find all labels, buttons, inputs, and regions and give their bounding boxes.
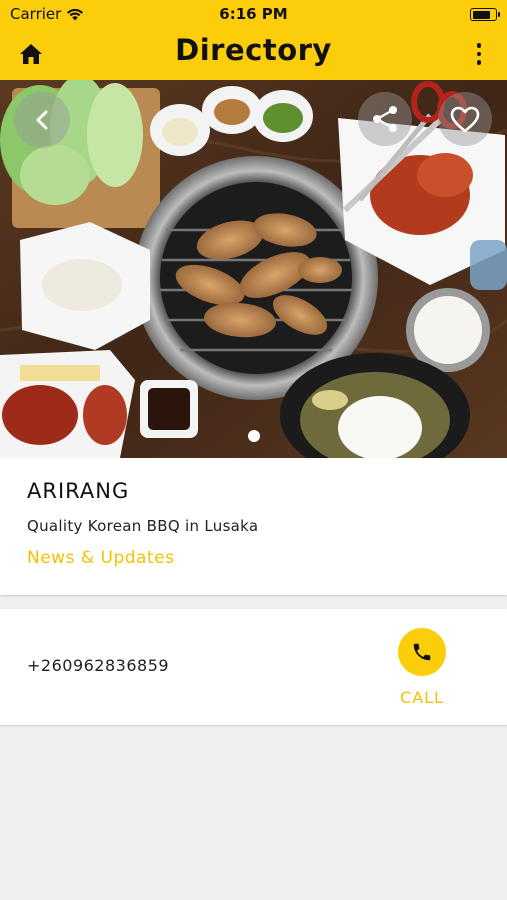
share-icon <box>373 106 397 132</box>
chevron-left-icon <box>36 110 48 130</box>
top-bar: Carrier 6:16 PM Directory <box>0 0 507 80</box>
battery-icon <box>470 8 500 21</box>
more-vertical-icon-dot <box>476 60 482 65</box>
listing-tagline: Quality Korean BBQ in Lusaka <box>27 517 259 535</box>
status-time: 6:16 PM <box>219 5 288 23</box>
listing-info-card: ARIRANG Quality Korean BBQ in Lusaka New… <box>0 458 507 595</box>
status-bar: Carrier 6:16 PM <box>0 0 507 28</box>
more-vertical-icon-dot <box>476 43 482 48</box>
previous-image-button[interactable] <box>14 92 70 148</box>
news-updates-link[interactable]: News & Updates <box>27 548 174 568</box>
listing-name: ARIRANG <box>27 479 130 503</box>
contact-card: +260962836859 CALL <box>0 609 507 725</box>
call-button[interactable] <box>398 628 446 676</box>
more-options-button[interactable] <box>467 40 491 68</box>
carousel-page-indicator-active[interactable] <box>248 430 260 442</box>
hero-carousel[interactable] <box>0 80 507 458</box>
more-vertical-icon-dot <box>476 51 482 57</box>
heart-outline-icon <box>450 106 480 133</box>
favorite-button[interactable] <box>438 92 492 146</box>
phone-icon <box>413 643 431 661</box>
phone-number: +260962836859 <box>27 656 170 675</box>
call-label[interactable]: CALL <box>392 688 452 707</box>
page-title: Directory <box>175 33 332 67</box>
app-bar: Directory <box>0 28 507 80</box>
listing-photo <box>0 80 507 458</box>
share-button[interactable] <box>358 92 412 146</box>
battery-fill <box>472 10 491 19</box>
